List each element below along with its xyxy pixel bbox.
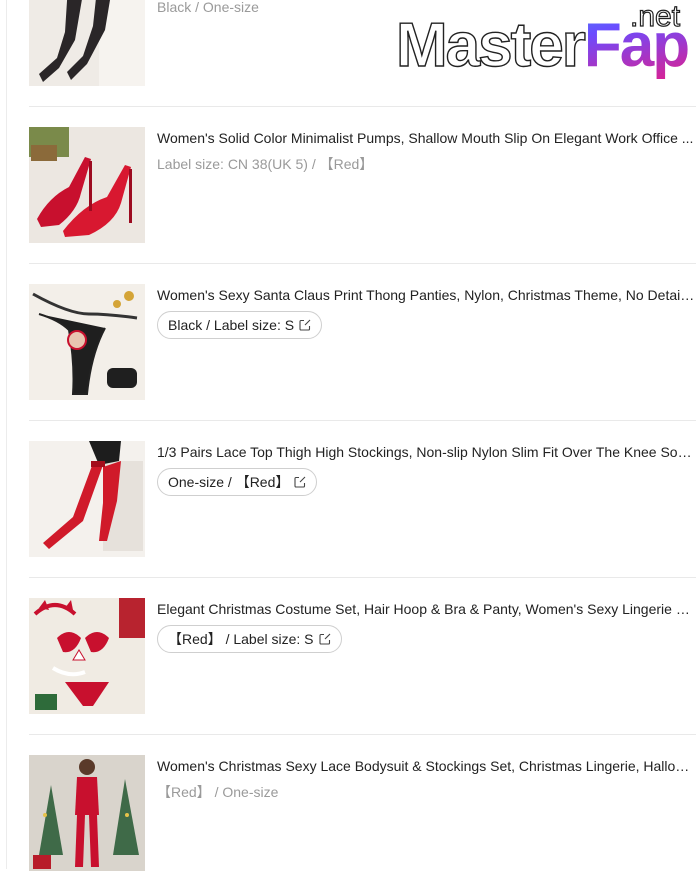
product-variant: One-size / 【Red】 xyxy=(168,474,290,490)
bodysuit-photo-icon xyxy=(29,755,145,871)
list-item[interactable]: Women's Solid Color Minimalist Pumps, Sh… xyxy=(29,127,696,243)
product-title[interactable]: Women's Solid Color Minimalist Pumps, Sh… xyxy=(157,129,696,147)
product-thumbnail[interactable] xyxy=(29,0,145,86)
list-item[interactable]: Women's Christmas Sexy Lace Bodysuit & S… xyxy=(29,755,696,871)
divider xyxy=(29,420,696,421)
list-item[interactable]: Elegant Christmas Costume Set, Hair Hoop… xyxy=(29,598,696,714)
product-variant: Black / One-size xyxy=(157,0,259,15)
site-watermark-logo: MasterFap .net xyxy=(395,0,690,80)
variant-selector[interactable]: 【Red】 / Label size: S xyxy=(157,625,342,653)
divider xyxy=(29,263,696,264)
red-pumps-photo-icon xyxy=(29,127,145,243)
divider xyxy=(29,577,696,578)
red-stockings-photo-icon xyxy=(29,441,145,557)
divider xyxy=(29,106,696,107)
edit-icon xyxy=(294,476,306,488)
thong-photo-icon xyxy=(29,284,145,400)
product-thumbnail[interactable] xyxy=(29,755,145,871)
product-title[interactable]: Women's Christmas Sexy Lace Bodysuit & S… xyxy=(157,757,696,775)
costume-set-photo-icon xyxy=(29,598,145,714)
variant-selector[interactable]: Black / Label size: S xyxy=(157,311,323,339)
product-title[interactable]: 1/3 Pairs Lace Top Thigh High Stockings,… xyxy=(157,443,696,461)
edit-icon xyxy=(299,319,311,331)
product-title[interactable]: Women's Sexy Santa Claus Print Thong Pan… xyxy=(157,286,696,304)
product-variant: 【Red】 / Label size: S xyxy=(168,631,314,647)
list-item[interactable]: 1/3 Pairs Lace Top Thigh High Stockings,… xyxy=(29,441,696,557)
product-thumbnail[interactable] xyxy=(29,441,145,557)
product-thumbnail[interactable] xyxy=(29,127,145,243)
product-variant: Label size: CN 38(UK 5) / 【Red】 xyxy=(157,156,374,172)
list-item[interactable]: Women's Sexy Santa Claus Print Thong Pan… xyxy=(29,284,696,400)
left-border xyxy=(6,0,7,869)
divider xyxy=(29,734,696,735)
product-title[interactable]: Elegant Christmas Costume Set, Hair Hoop… xyxy=(157,600,696,618)
variant-selector[interactable]: One-size / 【Red】 xyxy=(157,468,318,496)
product-thumbnail[interactable] xyxy=(29,598,145,714)
stockings-photo-icon xyxy=(29,0,145,86)
product-thumbnail[interactable] xyxy=(29,284,145,400)
edit-icon xyxy=(318,633,330,645)
product-variant: Black / Label size: S xyxy=(168,317,295,333)
product-variant: 【Red】 / One-size xyxy=(157,784,279,800)
